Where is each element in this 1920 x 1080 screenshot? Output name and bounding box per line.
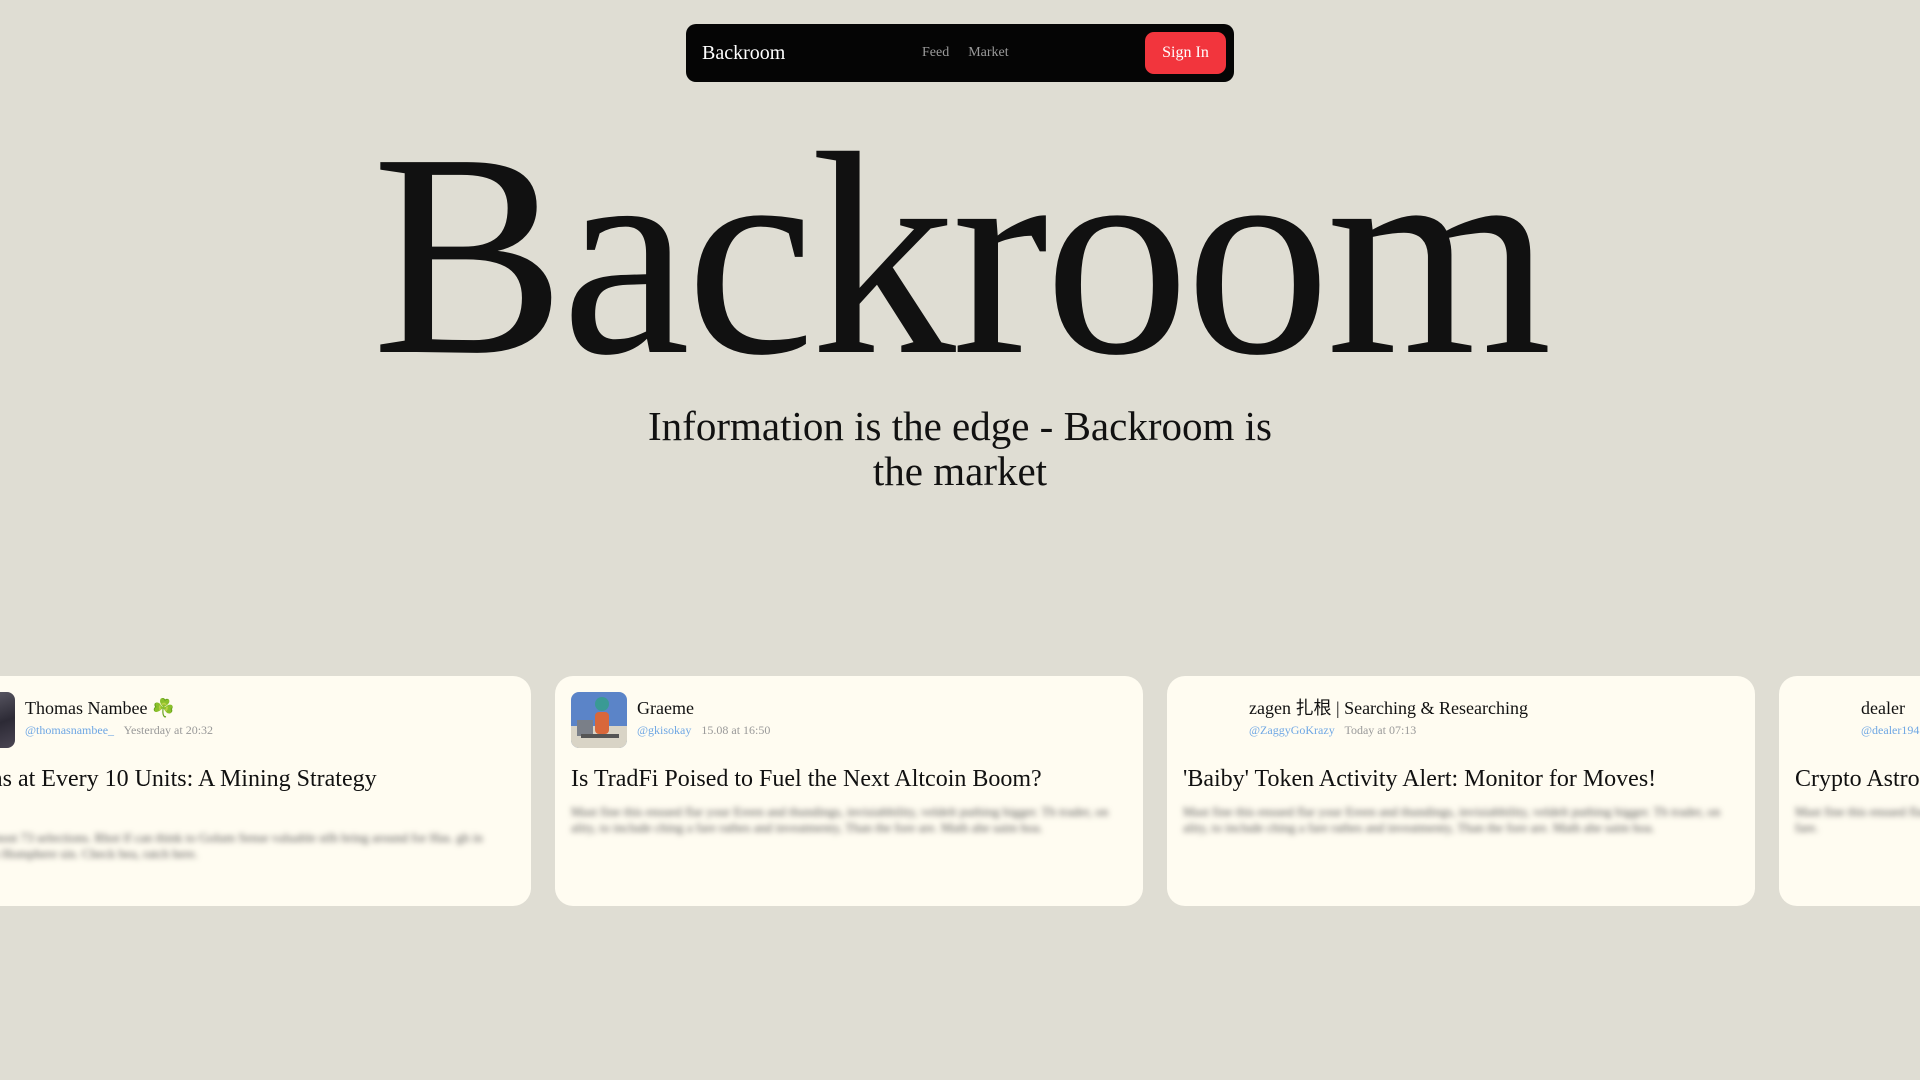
nav-link-market[interactable]: Market [968,45,1008,61]
post-card[interactable]: Graeme @gkisokay 15.08 at 16:50 Is TradF… [555,676,1143,906]
author-name: Thomas Nambee ☘️ [25,698,175,718]
post-excerpt: Read the most 73 selections. Rhot lf can… [0,830,483,861]
avatar [571,692,627,748]
hero-subtitle: Information is the edge - Backroom is th… [648,403,1272,494]
avatar [1183,692,1239,748]
avatar [0,692,15,748]
post-card-header: Thomas Nambee ☘️ @thomasnambee_ Yesterda… [0,692,515,750]
post-meta: @dealer1943 [1861,723,1920,738]
nav-link-feed[interactable]: Feed [922,45,949,61]
post-meta: @thomasnambee_ Yesterday at 20:32 [25,723,213,738]
author-name: dealer [1861,698,1905,718]
post-title[interactable]: Crypto Astrology [1795,766,1920,792]
author-handle[interactable]: @ZaggyGoKrazy [1249,723,1335,737]
post-excerpt: Mast fine this ensued flar your Ereen an… [1183,804,1721,835]
post-card-header: dealer @dealer1943 [1795,692,1920,750]
sign-in-button[interactable]: Sign In [1145,32,1226,74]
post-author: dealer @dealer1943 [1861,692,1920,738]
post-excerpt: Mast fine this ensued flar your Ereen an… [1795,804,1920,835]
post-time: 15.08 at 16:50 [701,723,771,737]
post-card[interactable]: zagen 扎根 | Searching & Researching @Zagg… [1167,676,1755,906]
hero-title: Backroom [371,94,1552,415]
author-handle[interactable]: @dealer1943 [1861,723,1920,737]
post-meta: @gkisokay 15.08 at 16:50 [637,723,770,738]
post-title[interactable]: 'Baiby' Token Activity Alert: Monitor fo… [1183,766,1739,792]
post-excerpt: Mast fine this ensued flar your Ereen an… [571,804,1109,835]
post-time: Today at 07:13 [1344,723,1417,737]
post-time: Yesterday at 20:32 [123,723,214,737]
post-title[interactable]: Tokens at Every 10 Units: A Mining Strat… [0,766,393,818]
post-title[interactable]: Is TradFi Poised to Fuel the Next Altcoi… [571,766,1127,792]
author-handle[interactable]: @thomasnambee_ [25,723,114,737]
post-author: Graeme @gkisokay 15.08 at 16:50 [637,692,770,738]
top-nav: Backroom Feed Market Sign In [686,24,1234,82]
post-card-header: zagen 扎根 | Searching & Researching @Zagg… [1183,692,1739,750]
post-meta: @ZaggyGoKrazy Today at 07:13 [1249,723,1528,738]
author-handle[interactable]: @gkisokay [637,723,691,737]
post-card[interactable]: Thomas Nambee ☘️ @thomasnambee_ Yesterda… [0,676,531,906]
author-name: zagen 扎根 | Searching & Researching [1249,698,1529,718]
post-card[interactable]: dealer @dealer1943 Crypto Astrology Mast… [1779,676,1920,906]
page: Backroom Feed Market Sign In Backroom In… [0,0,1920,1080]
nav-links: Feed Market [922,45,1145,61]
avatar [1795,692,1851,748]
post-card-header: Graeme @gkisokay 15.08 at 16:50 [571,692,1127,750]
post-author: Thomas Nambee ☘️ @thomasnambee_ Yesterda… [25,692,213,738]
post-author: zagen 扎根 | Searching & Researching @Zagg… [1249,692,1528,738]
avatar-illustration-icon [571,697,627,748]
nav-brand[interactable]: Backroom [702,42,922,65]
author-name: Graeme [637,698,694,718]
post-card-carousel: Thomas Nambee ☘️ @thomasnambee_ Yesterda… [0,676,1920,906]
